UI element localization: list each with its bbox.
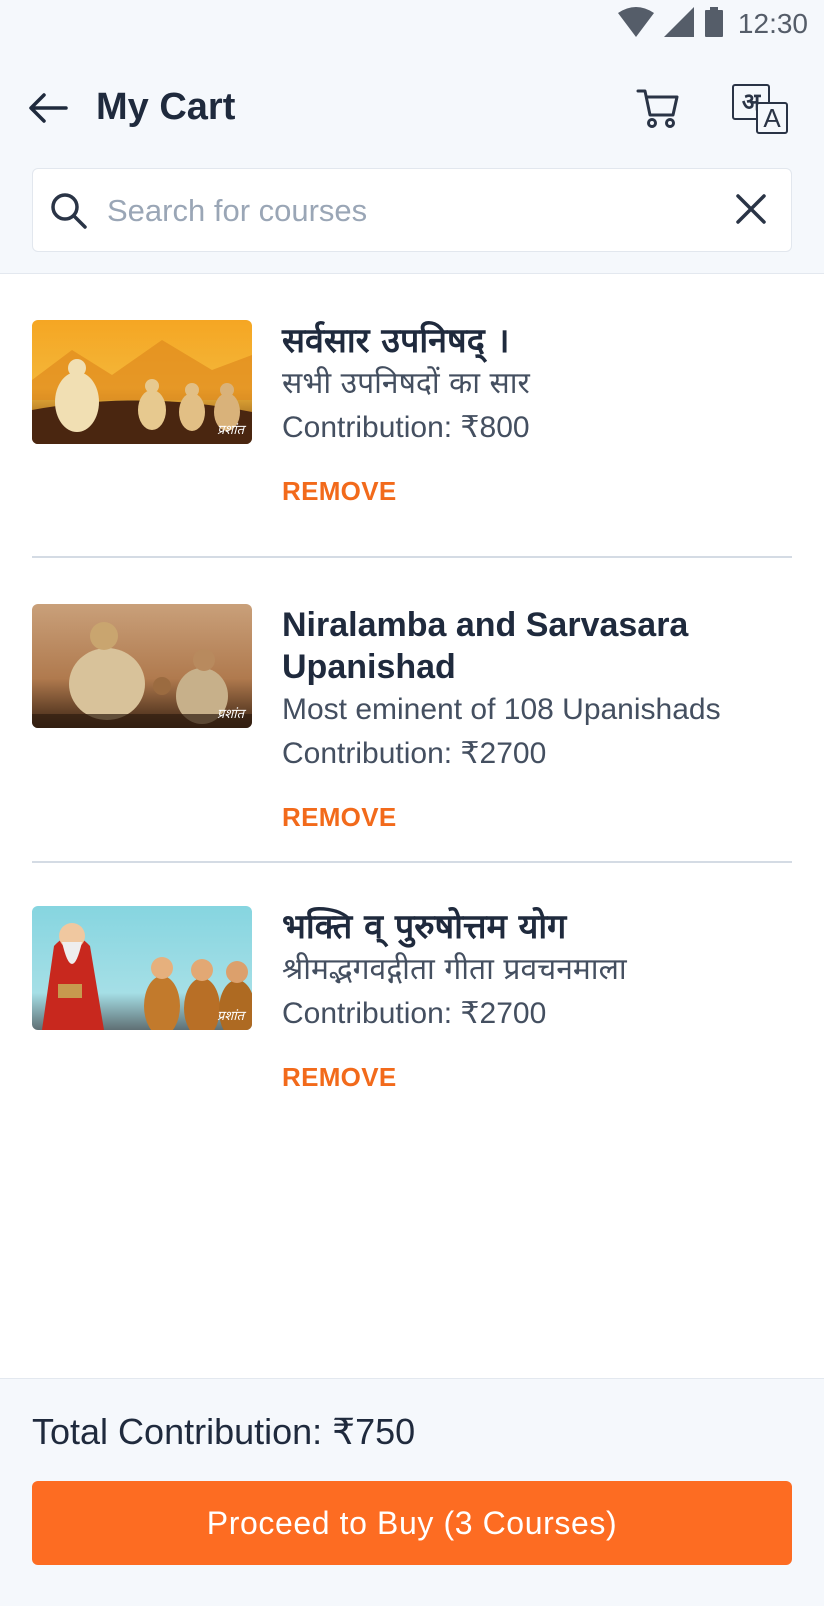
course-info: भक्ति व् पुरुषोत्तम योग श्रीमद्भगवद्गीता…: [282, 906, 792, 1093]
course-info: सर्वसार उपनिषद् । सभी उपनिषदों का सार Co…: [282, 320, 792, 507]
remove-button[interactable]: REMOVE: [282, 802, 396, 833]
wifi-icon: [617, 6, 654, 42]
remove-button[interactable]: REMOVE: [282, 476, 396, 507]
proceed-to-buy-button[interactable]: Proceed to Buy (3 Courses): [32, 1481, 792, 1565]
status-bar: 12:30: [0, 0, 824, 48]
checkout-footer: Total Contribution: ₹750 Proceed to Buy …: [0, 1378, 824, 1606]
thumbnail-watermark: प्रशांत: [216, 707, 244, 722]
signal-icon: [663, 6, 694, 42]
status-time: 12:30: [737, 8, 808, 39]
course-thumbnail[interactable]: प्रशांत: [32, 604, 252, 728]
cart-button[interactable]: [630, 82, 686, 138]
clear-search-button[interactable]: [729, 189, 773, 233]
remove-button[interactable]: REMOVE: [282, 1062, 396, 1093]
search-icon: [49, 191, 89, 231]
course-subtitle: सभी उपनिषदों का सार: [282, 366, 530, 401]
cart-icon: [636, 87, 680, 134]
battery-icon: [704, 6, 724, 42]
language-button[interactable]: अ A: [728, 80, 792, 140]
course-thumbnail[interactable]: प्रशांत: [32, 320, 252, 444]
language-glyph-latin: A: [756, 102, 788, 134]
divider: [32, 861, 792, 863]
search-bar: [32, 168, 792, 252]
course-info: Niralamba and Sarvasara Upanishad Most e…: [282, 604, 792, 833]
back-button[interactable]: [22, 84, 74, 136]
status-icons: 12:30: [617, 6, 808, 42]
course-contribution: Contribution: ₹2700: [282, 737, 547, 770]
thumbnail-watermark: प्रशांत: [216, 423, 244, 438]
course-title[interactable]: भक्ति व् पुरुषोत्तम योग: [282, 906, 792, 948]
search-input[interactable]: [107, 185, 707, 237]
total-contribution: Total Contribution: ₹750: [32, 1411, 416, 1452]
toolbar: My Cart अ A: [0, 64, 824, 156]
course-contribution: Contribution: ₹800: [282, 411, 530, 444]
app-header: 12:30 My Cart अ A: [0, 0, 824, 274]
course-subtitle: श्रीमद्भगवद्गीता गीता प्रवचनमाला: [282, 952, 627, 987]
page-title: My Cart: [96, 86, 236, 128]
thumbnail-watermark: प्रशांत: [216, 1009, 244, 1024]
arrow-left-icon: [28, 92, 68, 129]
course-contribution: Contribution: ₹2700: [282, 997, 547, 1030]
course-subtitle: Most eminent of 108 Upanishads: [282, 693, 721, 726]
course-title[interactable]: सर्वसार उपनिषद् ।: [282, 320, 792, 362]
close-icon: [735, 193, 767, 230]
course-thumbnail[interactable]: प्रशांत: [32, 906, 252, 1030]
divider: [32, 556, 792, 558]
course-title[interactable]: Niralamba and Sarvasara Upanishad: [282, 604, 792, 688]
